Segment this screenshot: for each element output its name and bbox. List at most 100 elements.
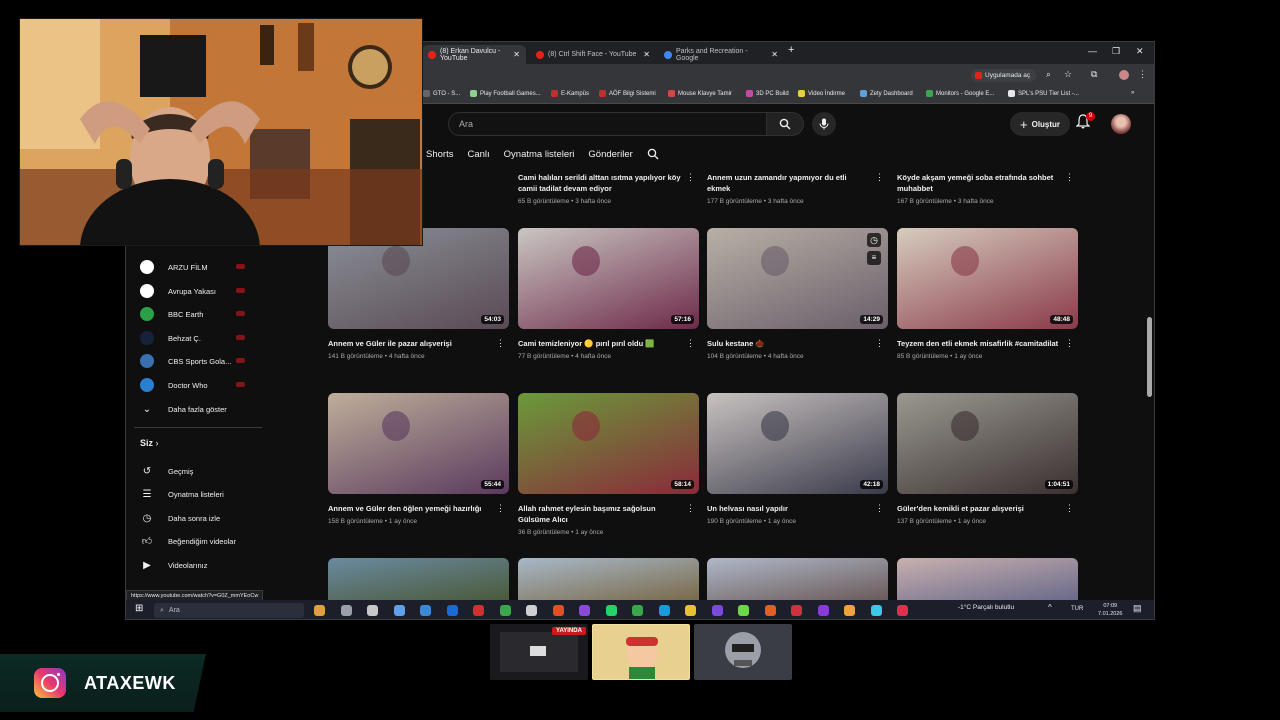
video-title[interactable]: Annem uzun zamandır yapmıyor du etli ekm… bbox=[707, 172, 888, 194]
more-options-icon[interactable]: ⋮ bbox=[1065, 172, 1074, 183]
taskbar-app-icon[interactable] bbox=[552, 605, 564, 616]
video-thumbnail[interactable]: 57:16 bbox=[518, 228, 699, 329]
more-options-icon[interactable]: ⋮ bbox=[875, 503, 884, 514]
video-title[interactable]: Teyzem den etli ekmek misafirlik #camita… bbox=[897, 338, 1078, 349]
taskbar-app-icon[interactable] bbox=[817, 605, 829, 616]
close-icon[interactable]: ✕ bbox=[771, 50, 778, 59]
video-thumbnail[interactable] bbox=[707, 558, 888, 600]
taskbar-app-icon[interactable] bbox=[870, 605, 882, 616]
more-options-icon[interactable]: ⋮ bbox=[1065, 503, 1074, 514]
tab-ctrl-shift-face[interactable]: (8) Ctrl Shift Face - YouTube ✕ bbox=[530, 45, 656, 64]
taskbar-app-icon[interactable] bbox=[711, 605, 723, 616]
tab-erkan-davulcu[interactable]: (8) Erkan Davulcu - YouTube ✕ bbox=[422, 45, 526, 64]
video-thumbnail[interactable]: 55:44 bbox=[328, 393, 509, 494]
video-title[interactable]: Un helvası nasıl yapılır bbox=[707, 503, 888, 514]
taskbar-app-icon[interactable] bbox=[526, 605, 537, 616]
taskbar-app-icon[interactable] bbox=[738, 605, 749, 616]
video-thumbnail[interactable] bbox=[328, 558, 509, 600]
restore-icon[interactable]: ❐ bbox=[1112, 46, 1120, 57]
minimize-icon[interactable]: — bbox=[1088, 46, 1097, 56]
bookmark-item[interactable]: 3D PC Build bbox=[746, 90, 789, 97]
close-icon[interactable]: ✕ bbox=[643, 50, 650, 59]
video-title[interactable]: Cami temizleniyor 🟡 pırıl pırıl oldu 🟩 bbox=[518, 338, 699, 349]
bookmark-item[interactable]: Play Football Games... bbox=[470, 90, 541, 97]
video-title[interactable]: Sulu kestane 🌰 bbox=[707, 338, 888, 349]
account-avatar[interactable] bbox=[1111, 114, 1131, 134]
video-card[interactable]: Annem uzun zamandır yapmıyor du etli ekm… bbox=[707, 172, 888, 205]
more-options-icon[interactable]: ⋮ bbox=[496, 338, 505, 349]
sidebar-item-avrupa-yakasi[interactable]: Avrupa Yakası bbox=[140, 280, 260, 302]
sidebar-item-doctor-who[interactable]: Doctor Who bbox=[140, 374, 260, 396]
language-indicator[interactable]: TUR bbox=[1071, 606, 1083, 612]
voice-search-button[interactable] bbox=[812, 112, 836, 136]
video-card[interactable]: 57:16 Cami temizleniyor 🟡 pırıl pırıl old… bbox=[518, 228, 699, 360]
taskbar-app-icon[interactable] bbox=[579, 605, 590, 616]
taskbar-app-icon[interactable] bbox=[473, 605, 484, 616]
video-card[interactable]: Köyde akşam yemeği soba etrafında sohbet… bbox=[897, 172, 1078, 205]
video-card[interactable]: 14:29 Sulu kestane 🌰 104 B görüntüleme • 4… bbox=[707, 228, 888, 360]
bookmark-item[interactable]: E-Kampüs bbox=[551, 90, 589, 97]
video-thumbnail[interactable]: 14:29 bbox=[707, 228, 888, 329]
taskbar-app-icon[interactable] bbox=[367, 605, 378, 616]
video-title[interactable]: Köyde akşam yemeği soba etrafında sohbet… bbox=[897, 172, 1078, 194]
bookmark-item[interactable]: AÖF Bilgi Sistemi bbox=[599, 90, 656, 97]
video-title[interactable]: Cami halıları serildi alttan ısıtma yapı… bbox=[518, 172, 699, 194]
sidebar-item-liked-videos[interactable]: 👍︎ Beğendiğim videolar bbox=[140, 530, 260, 552]
bookmark-item[interactable]: GTO - S... bbox=[423, 90, 460, 97]
more-options-icon[interactable]: ⋮ bbox=[686, 338, 695, 349]
watch-later-icon[interactable]: ◷ bbox=[867, 233, 881, 247]
video-card[interactable]: 48:48 Teyzem den etli ekmek misafirlik #c… bbox=[897, 228, 1078, 360]
sidebar-item-cbs-sports[interactable]: CBS Sports Gola... bbox=[140, 350, 260, 372]
taskbar-app-icon[interactable] bbox=[340, 605, 352, 616]
zoom-icon[interactable]: ⌕ bbox=[1046, 69, 1051, 80]
more-options-icon[interactable]: ⋮ bbox=[1065, 338, 1074, 349]
create-button[interactable]: + Oluştur bbox=[1010, 112, 1071, 136]
open-in-app-chip[interactable]: Uygulamada aç bbox=[971, 69, 1037, 82]
sidebar-item-bbc-earth[interactable]: BBC Earth bbox=[140, 303, 260, 325]
video-card[interactable]: Cami halıları serildi alttan ısıtma yapı… bbox=[518, 172, 699, 205]
video-title[interactable]: Annem ve Güler ile pazar alışverişi bbox=[328, 338, 509, 349]
close-window-icon[interactable]: ✕ bbox=[1136, 46, 1144, 57]
search-input[interactable]: Ara bbox=[448, 112, 766, 136]
video-thumbnail[interactable] bbox=[518, 558, 699, 600]
video-thumbnail[interactable]: 48:48 bbox=[897, 228, 1078, 329]
taskbar-app-icon[interactable] bbox=[420, 605, 431, 616]
more-options-icon[interactable]: ⋮ bbox=[875, 338, 884, 349]
video-thumbnail[interactable]: 58:14 bbox=[518, 393, 699, 494]
sidebar-item-behzat-c[interactable]: Behzat Ç. bbox=[140, 327, 260, 349]
taskbar-app-icon[interactable] bbox=[658, 605, 670, 616]
taskbar-app-icon[interactable] bbox=[844, 605, 855, 616]
profile-avatar[interactable] bbox=[1119, 70, 1129, 80]
star-icon[interactable]: ☆ bbox=[1064, 69, 1072, 80]
tab-posts[interactable]: Gönderiler bbox=[588, 149, 632, 160]
sidebar-item-arzu-film[interactable]: ARZU FİLM bbox=[140, 256, 260, 278]
taskbar-app-icon[interactable] bbox=[605, 605, 617, 616]
channel-search-icon[interactable] bbox=[647, 148, 659, 160]
taskbar-app-icon[interactable] bbox=[685, 605, 696, 616]
tab-shorts[interactable]: Shorts bbox=[426, 149, 453, 160]
tray-chevron-icon[interactable]: ^ bbox=[1048, 603, 1059, 614]
extensions-icon[interactable]: ⧉ bbox=[1091, 69, 1097, 80]
taskbar-app-icon[interactable] bbox=[791, 605, 802, 616]
bookmark-item[interactable]: Video İndirme bbox=[798, 90, 845, 97]
sidebar-item-watch-later[interactable]: ◷ Daha sonra izle bbox=[140, 507, 260, 529]
bookmark-item[interactable]: Monitors - Google E... bbox=[926, 90, 994, 97]
you-section-header[interactable]: Siz › bbox=[140, 438, 159, 448]
video-title[interactable]: Annem ve Güler den öğlen yemeği hazırlığ… bbox=[328, 503, 509, 514]
video-thumbnail[interactable]: 42:18 bbox=[707, 393, 888, 494]
menu-dots-icon[interactable]: ⋮ bbox=[1138, 69, 1147, 80]
tab-playlists[interactable]: Oynatma listeleri bbox=[504, 149, 575, 160]
bookmarks-overflow-icon[interactable]: » bbox=[1131, 90, 1134, 96]
video-card[interactable]: 1:04:51 Güler'den kemikli et pazar alışve… bbox=[897, 393, 1078, 525]
video-thumbnail[interactable]: 1:04:51 bbox=[897, 393, 1078, 494]
more-options-icon[interactable]: ⋮ bbox=[686, 172, 695, 183]
more-options-icon[interactable]: ⋮ bbox=[496, 503, 505, 514]
add-to-queue-icon[interactable]: ≡ bbox=[867, 251, 881, 265]
notification-center-icon[interactable]: ▤ bbox=[1133, 603, 1144, 614]
search-button[interactable] bbox=[766, 112, 804, 136]
video-thumbnail[interactable] bbox=[897, 558, 1078, 600]
clock[interactable]: 07:09 7.01.2026 bbox=[1098, 602, 1122, 618]
taskbar-app-icon[interactable] bbox=[314, 605, 325, 616]
bookmark-item[interactable]: Zety Dashboard bbox=[860, 90, 913, 97]
close-icon[interactable]: ✕ bbox=[513, 50, 520, 59]
